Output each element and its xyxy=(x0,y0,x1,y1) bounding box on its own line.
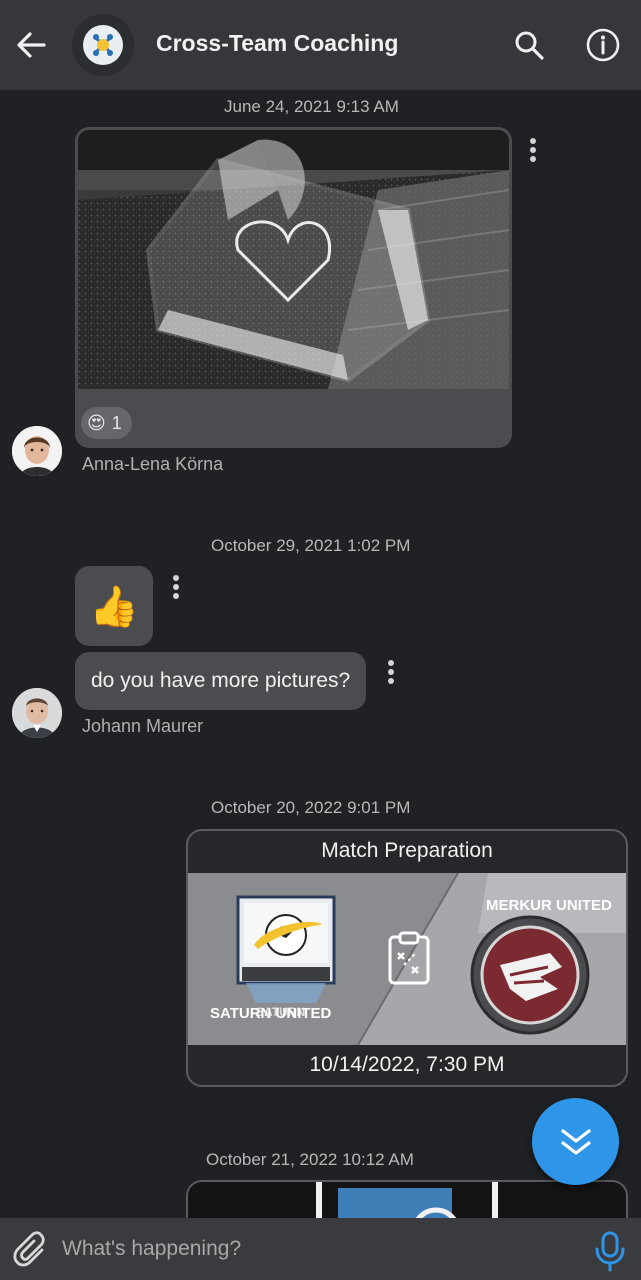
back-button[interactable] xyxy=(12,26,50,64)
arrow-left-icon xyxy=(17,32,46,58)
avatar-johann-maurer[interactable] xyxy=(12,688,62,738)
microphone-button[interactable] xyxy=(592,1230,628,1272)
message-options-button[interactable] xyxy=(526,138,540,166)
avatar-anna-lena[interactable] xyxy=(12,426,62,476)
shared-photo[interactable] xyxy=(78,130,509,389)
group-logo-icon xyxy=(72,14,134,76)
paperclip-icon xyxy=(13,1231,45,1267)
info-icon xyxy=(586,28,620,62)
date-separator: October 21, 2022 10:12 AM xyxy=(206,1150,414,1169)
double-chevron-down-icon xyxy=(560,1128,591,1155)
search-icon xyxy=(515,31,544,60)
match-preparation-card[interactable]: Match Preparation SATURN SATURN UNITED M… xyxy=(186,829,628,1087)
reaction-count: 1 xyxy=(111,412,122,433)
chat-title: Cross-Team Coaching xyxy=(156,30,399,56)
more-vertical-icon xyxy=(388,660,394,666)
emoji-message[interactable]: 👍 xyxy=(75,566,153,646)
message-options-button[interactable] xyxy=(169,575,183,603)
message-composer xyxy=(0,1218,641,1280)
more-vertical-icon xyxy=(173,575,179,581)
date-separator: June 24, 2021 9:13 AM xyxy=(224,97,399,116)
match-card-title: Match Preparation xyxy=(321,839,493,862)
message-options-button[interactable] xyxy=(384,660,398,688)
top-bar: Cross-Team Coaching xyxy=(0,0,641,90)
clipboard-tactics-icon xyxy=(388,931,430,985)
microphone-icon xyxy=(595,1231,625,1272)
date-separator: October 20, 2022 9:01 PM xyxy=(211,798,411,817)
thumbs-up-emoji-icon: 👍 xyxy=(89,584,139,629)
attach-button[interactable] xyxy=(12,1230,52,1270)
more-vertical-icon xyxy=(530,138,536,144)
info-button[interactable] xyxy=(584,26,622,64)
message-input[interactable] xyxy=(62,1232,562,1266)
sender-name: Anna-Lena Körna xyxy=(82,454,224,474)
saturn-united-logo xyxy=(236,895,336,1003)
scroll-to-bottom-button[interactable] xyxy=(532,1098,619,1185)
merkur-united-logo xyxy=(470,915,590,1035)
reaction-chip[interactable]: 😍 1 xyxy=(81,407,132,439)
search-button[interactable] xyxy=(510,26,548,64)
match-datetime: 10/14/2022, 7:30 PM xyxy=(309,1053,505,1076)
heart-eyes-emoji-icon: 😍 xyxy=(87,412,106,433)
text-message[interactable]: do you have more pictures? xyxy=(75,652,367,710)
home-team-name: SATURN UNITED xyxy=(210,1005,332,1022)
image-message[interactable]: 😍 1 xyxy=(75,127,512,448)
message-text: do you have more pictures? xyxy=(91,669,351,692)
date-separator: October 29, 2021 1:02 PM xyxy=(211,536,411,555)
away-team-name: MERKUR UNITED xyxy=(486,897,612,914)
group-avatar[interactable] xyxy=(72,14,134,76)
sender-name: Johann Maurer xyxy=(82,716,204,736)
